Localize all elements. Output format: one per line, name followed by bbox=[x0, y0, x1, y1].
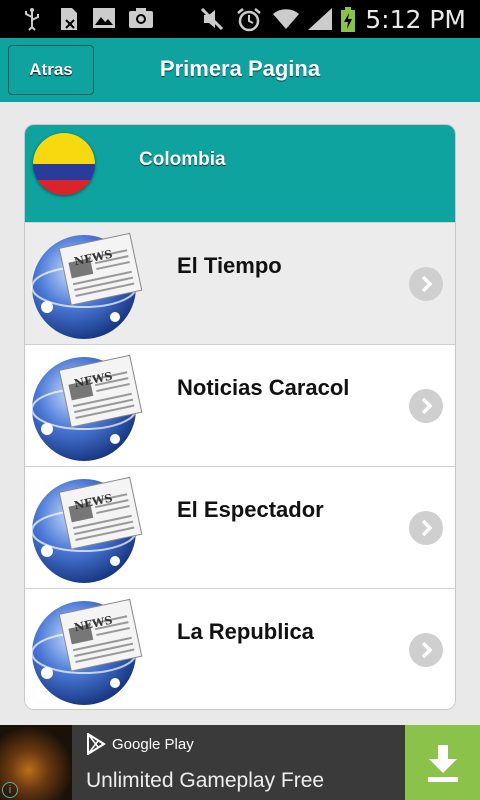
news-label: El Tiempo bbox=[177, 253, 282, 278]
news-label: La Republica bbox=[177, 619, 314, 644]
list-item[interactable]: NEWS El Tiempo bbox=[25, 222, 455, 344]
usb-icon bbox=[25, 8, 39, 31]
list-item[interactable]: NEWS La Republica bbox=[25, 588, 455, 709]
mute-icon bbox=[200, 7, 224, 31]
ad-info-icon[interactable]: i bbox=[2, 782, 18, 798]
back-button[interactable]: Atras bbox=[8, 45, 94, 95]
country-header[interactable]: Colombia bbox=[25, 125, 455, 222]
news-label: Noticias Caracol bbox=[177, 375, 350, 400]
news-globe-icon: NEWS bbox=[31, 598, 143, 705]
chevron-right-icon[interactable] bbox=[409, 511, 443, 545]
google-play-badge: Google Play bbox=[86, 733, 194, 755]
news-globe-icon: NEWS bbox=[31, 476, 143, 583]
store-label: Google Play bbox=[112, 735, 194, 753]
list-item[interactable]: NEWS El Espectador bbox=[25, 466, 455, 588]
list-item[interactable]: NEWS Noticias Caracol bbox=[25, 344, 455, 466]
download-icon bbox=[427, 744, 458, 782]
camera-icon bbox=[129, 8, 153, 28]
ad-thumbnail[interactable]: i bbox=[0, 725, 72, 800]
battery-charging-icon bbox=[341, 7, 355, 32]
download-button[interactable] bbox=[405, 725, 480, 800]
sim-icon bbox=[61, 8, 77, 30]
app-header: Atras Primera Pagina bbox=[0, 38, 480, 102]
news-label: El Espectador bbox=[177, 497, 324, 522]
ad-headline: Unlimited Gameplay Free bbox=[86, 769, 325, 792]
chevron-right-icon[interactable] bbox=[409, 267, 443, 301]
newspaper-list: Colombia NEWS El Tiempo NEWS Noticias Ca… bbox=[24, 124, 456, 710]
status-time: 5:12 PM bbox=[365, 5, 466, 34]
alarm-icon bbox=[237, 8, 261, 32]
signal-icon bbox=[308, 8, 332, 30]
google-play-icon bbox=[87, 733, 106, 755]
image-icon bbox=[93, 8, 115, 28]
page-title: Primera Pagina bbox=[159, 56, 321, 81]
news-globe-icon: NEWS bbox=[31, 354, 143, 461]
ad-banner[interactable]: i Google Play Unlimited Gameplay Free bbox=[0, 725, 480, 800]
wifi-icon bbox=[273, 9, 299, 29]
country-label: Colombia bbox=[139, 149, 226, 170]
status-bar: 5:12 PM bbox=[0, 0, 480, 38]
colombia-flag-icon bbox=[33, 133, 95, 195]
chevron-right-icon[interactable] bbox=[409, 389, 443, 423]
chevron-right-icon[interactable] bbox=[409, 633, 443, 667]
news-globe-icon: NEWS bbox=[31, 232, 143, 339]
